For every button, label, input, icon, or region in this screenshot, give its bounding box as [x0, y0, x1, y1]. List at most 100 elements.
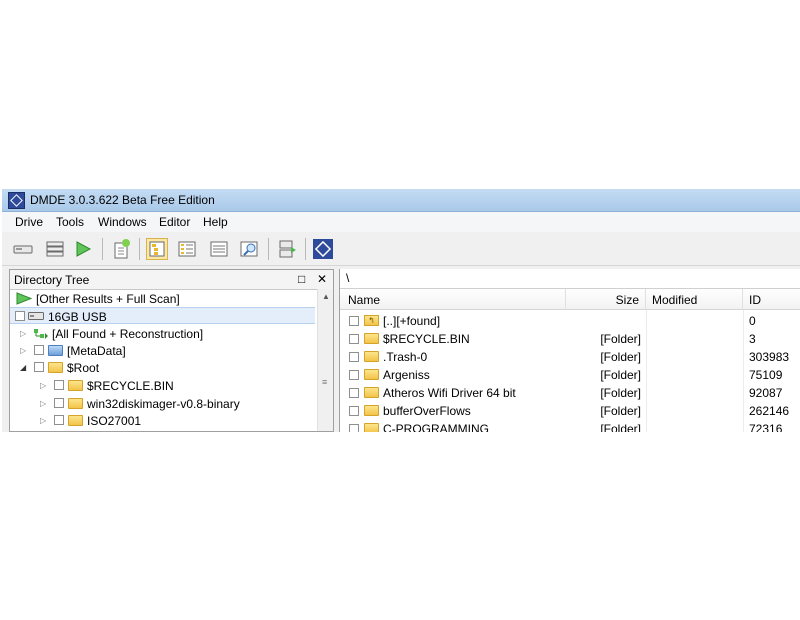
parent-folder-icon: ↰ — [364, 315, 379, 326]
column-header-name[interactable]: Name — [340, 289, 566, 310]
restore-pane-icon[interactable]: □ — [298, 272, 305, 286]
expand-arrow-icon[interactable]: ▷ — [40, 399, 46, 408]
toolbar — [2, 233, 800, 266]
tree-item-label: $Root — [67, 361, 100, 375]
search-icon — [240, 241, 258, 257]
table-row[interactable]: .Trash-0 [Folder] 303983 — [340, 348, 800, 366]
tree-item-all-found[interactable]: ▷ [All Found + Reconstruction] — [10, 325, 315, 342]
path-bar: \ — [340, 269, 800, 289]
checkbox[interactable] — [349, 334, 359, 344]
scroll-up-icon[interactable]: ▲ — [322, 292, 330, 301]
tree-scrollbar[interactable]: ▲ ≡ — [317, 289, 333, 431]
file-name: [..][+found] — [383, 314, 441, 328]
title-bar[interactable]: DMDE 3.0.3.622 Beta Free Edition — [2, 189, 800, 212]
file-name: Atheros Wifi Driver 64 bit — [383, 386, 516, 400]
drive-icon — [28, 312, 44, 320]
toolbar-separator — [102, 238, 103, 260]
directory-tree-header: Directory Tree □ ✕ — [10, 270, 333, 290]
tree-view-button[interactable] — [146, 238, 168, 260]
export-button[interactable] — [276, 238, 298, 260]
tree-item-metadata[interactable]: ▷ [MetaData] — [10, 342, 315, 359]
list-view-button[interactable] — [176, 238, 198, 260]
tree-item-label: win32diskimager-v0.8-binary — [87, 397, 240, 411]
table-row[interactable]: Argeniss [Folder] 75109 — [340, 366, 800, 384]
table-row[interactable]: $RECYCLE.BIN [Folder] 3 — [340, 330, 800, 348]
checkbox[interactable] — [34, 345, 44, 355]
checkbox[interactable] — [349, 316, 359, 326]
tree-item-label: [All Found + Reconstruction] — [52, 327, 204, 341]
menu-tools[interactable]: Tools — [56, 215, 84, 229]
tree-item-other-results[interactable]: [Other Results + Full Scan] — [10, 290, 315, 307]
file-id: 0 — [749, 314, 756, 328]
file-id: 303983 — [749, 350, 790, 364]
export-icon — [279, 240, 296, 258]
new-file-icon — [114, 239, 130, 259]
drive-button[interactable] — [12, 238, 34, 260]
file-name: .Trash-0 — [383, 350, 428, 364]
toolbar-separator — [305, 238, 306, 260]
column-header-label: Modified — [652, 293, 698, 307]
partitions-button[interactable] — [44, 238, 66, 260]
open-button[interactable] — [72, 238, 94, 260]
expand-arrow-icon[interactable]: ▷ — [40, 416, 46, 425]
tree-item-root[interactable]: ◢ $Root — [10, 359, 315, 376]
checkbox[interactable] — [15, 311, 25, 321]
details-view-icon — [210, 241, 228, 257]
table-row[interactable]: ↰ [..][+found] 0 — [340, 312, 800, 330]
column-header-size[interactable]: Size — [566, 289, 646, 310]
checkbox[interactable] — [349, 388, 359, 398]
checkbox[interactable] — [349, 370, 359, 380]
menu-drive[interactable]: Drive — [15, 215, 43, 229]
checkbox[interactable] — [54, 415, 64, 425]
dmde-logo-button[interactable] — [312, 238, 334, 260]
column-header-label: Name — [348, 293, 381, 307]
expand-arrow-icon[interactable]: ▷ — [40, 381, 46, 390]
folder-icon — [68, 380, 83, 391]
menu-windows[interactable]: Windows — [98, 215, 147, 229]
expand-arrow-icon[interactable]: ▷ — [20, 329, 26, 338]
column-header-modified[interactable]: Modified — [646, 289, 743, 310]
checkbox[interactable] — [349, 352, 359, 362]
new-file-button[interactable] — [110, 238, 132, 260]
scroll-grip-icon[interactable]: ≡ — [322, 377, 327, 387]
file-size: [Folder] — [600, 350, 641, 364]
file-size: [Folder] — [600, 422, 641, 432]
menu-editor[interactable]: Editor — [159, 215, 190, 229]
details-view-button[interactable] — [208, 238, 230, 260]
tree-item-16gb-usb[interactable]: 16GB USB — [10, 307, 315, 324]
checkbox[interactable] — [54, 380, 64, 390]
list-view-icon — [178, 241, 196, 257]
folder-icon — [68, 415, 83, 426]
folder-icon — [364, 351, 379, 362]
file-size: [Folder] — [600, 386, 641, 400]
table-row[interactable]: Atheros Wifi Driver 64 bit [Folder] 9208… — [340, 384, 800, 402]
column-header-id[interactable]: ID — [743, 289, 800, 310]
folder-icon — [364, 333, 379, 344]
file-id: 92087 — [749, 386, 783, 400]
menu-help[interactable]: Help — [203, 215, 228, 229]
checkbox[interactable] — [349, 406, 359, 416]
folder-icon — [364, 405, 379, 416]
folder-icon — [68, 398, 83, 409]
checkbox[interactable] — [34, 362, 44, 372]
file-id: 72316 — [749, 422, 783, 432]
file-name: Argeniss — [383, 368, 430, 382]
collapse-arrow-icon[interactable]: ◢ — [20, 363, 26, 372]
file-size: [Folder] — [600, 368, 641, 382]
window-title: DMDE 3.0.3.622 Beta Free Edition — [30, 193, 215, 207]
file-id: 262146 — [749, 404, 790, 418]
table-row[interactable]: C-PROGRAMMING [Folder] 72316 — [340, 420, 800, 432]
search-button[interactable] — [238, 238, 260, 260]
table-row[interactable]: bufferOverFlows [Folder] 262146 — [340, 402, 800, 420]
expand-arrow-icon[interactable]: ▷ — [20, 346, 26, 355]
tree-item-iso27001[interactable]: ▷ ISO27001 — [10, 412, 315, 429]
checkbox[interactable] — [349, 424, 359, 432]
checkbox[interactable] — [54, 398, 64, 408]
folder-icon — [48, 362, 63, 373]
tree-item-win32diskimager[interactable]: ▷ win32diskimager-v0.8-binary — [10, 395, 315, 412]
reconstruction-icon — [34, 329, 48, 339]
tree-item-recycle-bin[interactable]: ▷ $RECYCLE.BIN — [10, 377, 315, 394]
close-pane-icon[interactable]: ✕ — [317, 272, 327, 286]
file-name: bufferOverFlows — [383, 404, 471, 418]
file-list-pane: \ Name Size Modified ID ↰ [..][+found] 0… — [339, 269, 800, 432]
